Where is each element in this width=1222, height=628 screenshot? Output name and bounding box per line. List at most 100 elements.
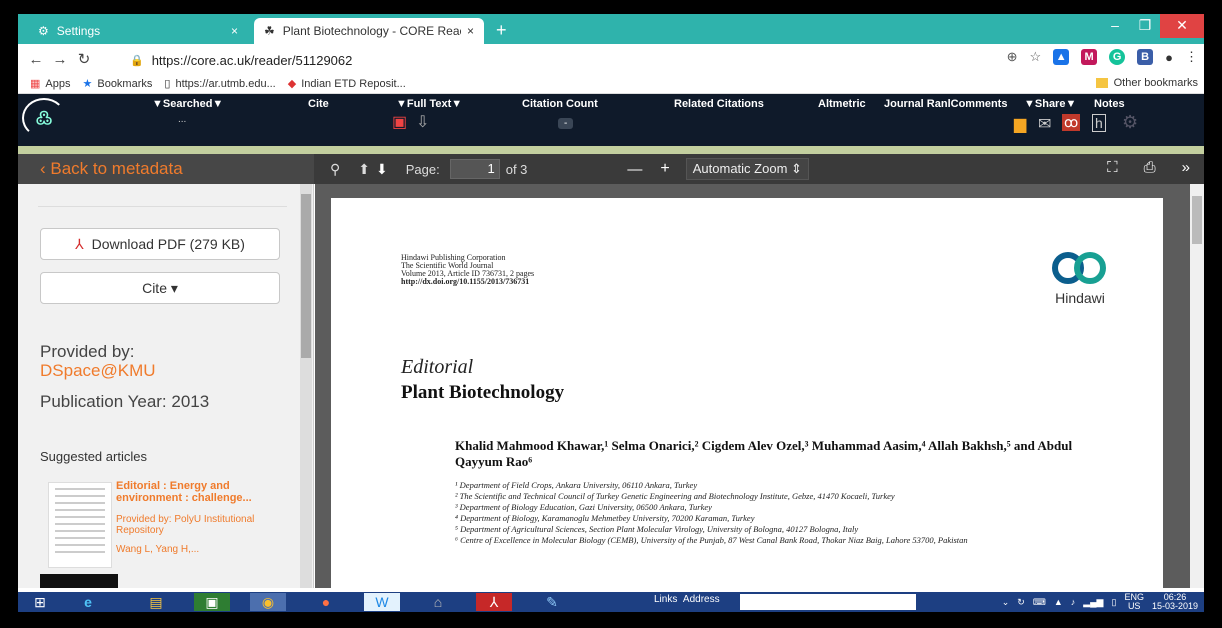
download-icon[interactable]: ⇩ xyxy=(416,112,429,132)
dropdown-icon[interactable]: ⌄ xyxy=(1002,597,1010,608)
paint-icon[interactable]: ✎ xyxy=(534,593,570,611)
sidebar-scrollbar[interactable] xyxy=(300,184,312,588)
file-explorer-icon[interactable]: ▤ xyxy=(138,593,174,611)
bookmark-utmb[interactable]: ▯ https://ar.utmb.edu... xyxy=(164,77,275,91)
zoom-select[interactable]: Automatic Zoom ⇕ xyxy=(685,158,809,180)
extension-m-icon[interactable]: M xyxy=(1081,49,1098,65)
suggested-thumbnail[interactable] xyxy=(48,482,112,568)
pdf-scrollbar[interactable] xyxy=(1190,184,1204,588)
tab-core-reader[interactable]: ☘ Plant Biotechnology - CORE Reac × xyxy=(254,18,484,44)
altmetric-menu[interactable]: Altmetric xyxy=(818,98,866,110)
download-pdf-button[interactable]: ⅄ Download PDF (279 KB) xyxy=(40,228,280,260)
star-icon: ★ xyxy=(82,78,93,90)
gear-icon: ⚙ xyxy=(38,24,49,38)
maximize-button[interactable]: ❐ xyxy=(1130,14,1160,38)
lock-icon: 🔒 xyxy=(130,54,144,67)
tab-settings[interactable]: ⚙ Settings × xyxy=(28,18,248,44)
chrome-icon[interactable]: ◉ xyxy=(250,593,286,611)
share-menu[interactable]: ▼Share▼ xyxy=(1024,98,1076,110)
language-indicator[interactable]: ENG US xyxy=(1124,593,1144,611)
citation-count-menu[interactable]: Citation Count xyxy=(522,98,598,110)
pdf-viewer[interactable]: Hindawi Publishing Corporation The Scien… xyxy=(315,184,1204,588)
notes-menu[interactable]: Notes xyxy=(1094,98,1125,110)
links-toolbar[interactable]: Links Address xyxy=(654,594,720,605)
back-to-metadata-link[interactable]: ‹ Back to metadata xyxy=(18,154,314,184)
grammarly-icon[interactable]: G xyxy=(1109,49,1126,65)
windows-start-icon[interactable]: ⊞ xyxy=(22,593,58,611)
close-tab-icon[interactable]: × xyxy=(467,24,474,38)
bookmark-indian-etd[interactable]: ◆ Indian ETD Reposit... xyxy=(288,77,406,91)
cite-label: Cite xyxy=(142,280,167,296)
acrobat-icon[interactable]: ⅄ xyxy=(476,593,512,611)
hindawi-logo: Hindawi xyxy=(1045,248,1115,306)
network-icon[interactable]: ▂▄▆ xyxy=(1083,597,1103,608)
print-icon[interactable]: ⎙ xyxy=(1144,159,1156,176)
new-tab-button[interactable]: + xyxy=(496,20,507,41)
word-icon[interactable]: W xyxy=(364,593,400,611)
suggested-article-title[interactable]: Editorial : Energy and environment : cha… xyxy=(116,480,286,504)
gear-icon[interactable]: ⚙ xyxy=(1122,112,1138,133)
reload-icon[interactable]: ↻ xyxy=(72,50,96,68)
mail-icon[interactable]: ✉ xyxy=(1038,114,1051,134)
article-title: Plant Biotechnology xyxy=(401,382,565,403)
scrollbar-thumb[interactable] xyxy=(1192,196,1202,244)
page-number-input[interactable]: 1 xyxy=(449,159,500,179)
search-icon[interactable]: ⚲ xyxy=(330,161,340,178)
zoom-icon[interactable]: ⊕ xyxy=(1007,49,1018,65)
close-tab-icon[interactable]: × xyxy=(231,24,238,38)
page-count: of 3 xyxy=(505,161,528,177)
h-index-icon[interactable]: h xyxy=(1092,114,1106,132)
fullscreen-icon[interactable]: ⛶ xyxy=(1107,159,1118,176)
translate-icon[interactable]: ▆ xyxy=(1014,114,1026,134)
cite-menu[interactable]: Cite xyxy=(308,98,329,110)
scrollbar-thumb[interactable] xyxy=(301,194,311,358)
mendeley-icon[interactable]: ꝏ xyxy=(1062,114,1081,131)
profile-icon[interactable]: ● xyxy=(1165,50,1173,65)
suggested-article-provider: Provided by: PolyU Institutional Reposit… xyxy=(116,514,255,536)
bookmark-bookmarks[interactable]: ★ Bookmarks xyxy=(82,77,152,91)
close-window-button[interactable]: ✕ xyxy=(1160,14,1204,38)
extension-b-icon[interactable]: B xyxy=(1137,49,1154,65)
doi-link[interactable]: http://dx.doi.org/10.1155/2013/736731 xyxy=(401,278,534,286)
core-logo[interactable]: ߷ xyxy=(22,98,66,138)
zoom-out-button[interactable]: — xyxy=(627,161,642,178)
cite-button[interactable]: Cite ▾ xyxy=(40,272,280,304)
taskbar-address-input[interactable] xyxy=(740,594,916,610)
tools-menu-icon[interactable]: » xyxy=(1182,159,1190,176)
firefox-icon[interactable]: ● xyxy=(308,593,344,611)
store-icon[interactable]: ▣ xyxy=(194,593,230,611)
suggested-article-authors: Wang L, Yang H,... xyxy=(116,544,200,555)
refresh-icon[interactable]: ↻ xyxy=(1017,597,1025,608)
grad-cap-icon[interactable]: ▲ xyxy=(1053,49,1070,65)
volume-icon[interactable]: ♪ xyxy=(1071,597,1076,607)
searched-value: ... xyxy=(178,114,187,125)
journal-rank-menu[interactable]: Journal RanlComments xyxy=(884,98,1007,110)
star-icon[interactable]: ☆ xyxy=(1029,49,1041,65)
back-arrow-icon[interactable]: ← xyxy=(24,51,48,68)
divider xyxy=(38,206,287,207)
address-bar[interactable]: 🔒 https://core.ac.uk/reader/51129062 xyxy=(130,49,352,71)
fulltext-menu[interactable]: ▼Full Text▼ xyxy=(396,98,462,110)
provider-link[interactable]: DSpace@KMU xyxy=(40,361,156,381)
affiliation: ³ Department of Biology Education, Gazi … xyxy=(455,502,712,512)
other-bookmarks[interactable]: Other bookmarks xyxy=(1095,77,1198,89)
bookmark-apps[interactable]: ▦ Apps xyxy=(30,77,70,91)
searched-menu[interactable]: ▼Searched▼ xyxy=(152,98,223,110)
clock[interactable]: 06:26 15-03-2019 xyxy=(1152,593,1198,611)
links-label: Links xyxy=(654,594,678,605)
keyboard-icon[interactable]: ⌨ xyxy=(1033,597,1046,608)
battery-icon[interactable]: ▯ xyxy=(1111,597,1116,608)
show-hidden-icon[interactable]: ▲ xyxy=(1054,597,1063,607)
network-app-icon[interactable]: ⌂ xyxy=(420,593,456,611)
pdf-icon[interactable]: ▣ xyxy=(392,112,407,132)
zoom-in-button[interactable]: + xyxy=(660,160,669,178)
next-page-icon[interactable]: ⬇ xyxy=(376,161,388,178)
forward-arrow-icon[interactable]: → xyxy=(48,51,72,68)
internet-explorer-icon[interactable]: e xyxy=(70,593,106,611)
prev-page-icon[interactable]: ⬆ xyxy=(358,161,370,178)
affiliation: ² The Scientific and Technical Council o… xyxy=(455,491,895,501)
menu-icon[interactable]: ⋮ xyxy=(1185,49,1198,65)
minimize-button[interactable]: – xyxy=(1100,14,1130,38)
article-type: Editorial xyxy=(401,356,474,378)
related-citations-menu[interactable]: Related Citations xyxy=(674,98,764,110)
